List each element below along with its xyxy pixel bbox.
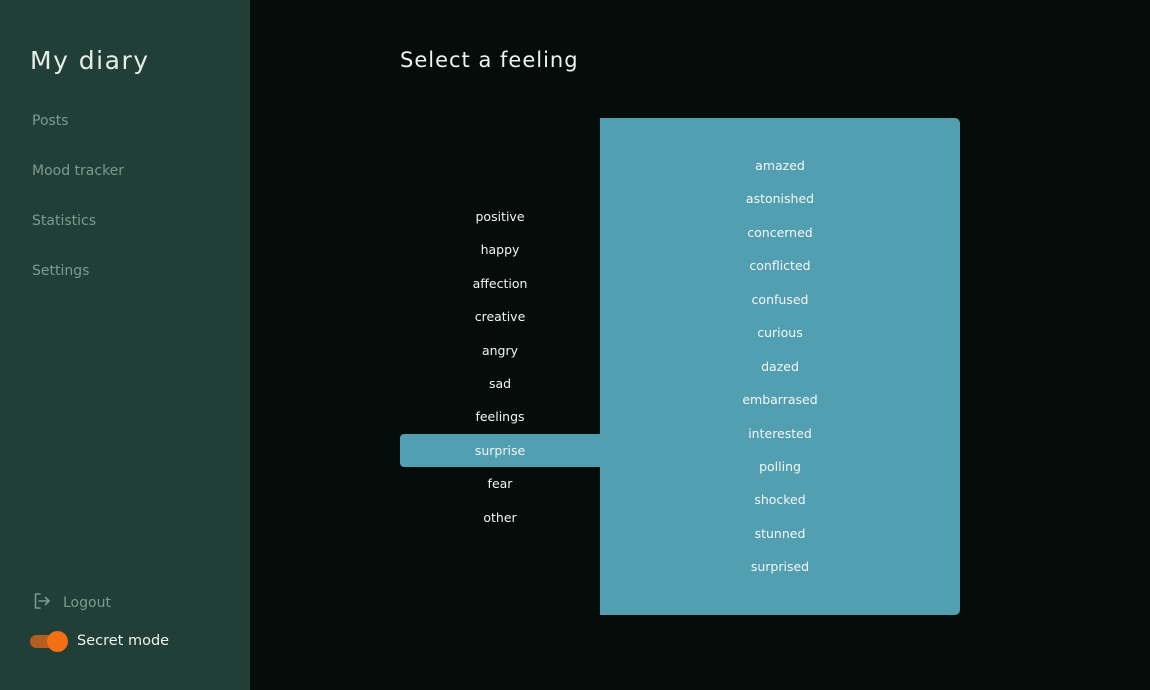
sidebar: My diary Posts Mood tracker Statistics S… xyxy=(0,0,250,690)
secret-mode-toggle[interactable] xyxy=(30,631,68,652)
feeling-item[interactable]: amazed xyxy=(600,149,960,182)
logout-button[interactable]: Logout xyxy=(32,591,111,615)
feeling-item[interactable]: stunned xyxy=(600,517,960,550)
page-title: Select a feeling xyxy=(400,48,579,72)
feeling-item[interactable]: shocked xyxy=(600,483,960,516)
category-item-fear[interactable]: fear xyxy=(400,467,600,500)
feeling-item[interactable]: embarrased xyxy=(600,383,960,416)
category-item-feelings[interactable]: feelings xyxy=(400,400,600,433)
category-item-angry[interactable]: angry xyxy=(400,334,600,367)
category-item-creative[interactable]: creative xyxy=(400,300,600,333)
secret-mode-label: Secret mode xyxy=(77,633,170,649)
feeling-item[interactable]: interested xyxy=(600,417,960,450)
logout-label: Logout xyxy=(63,595,111,611)
feeling-item[interactable]: conflicted xyxy=(600,249,960,282)
sidebar-item-posts[interactable]: Posts xyxy=(32,113,124,163)
category-item-other[interactable]: other xyxy=(400,501,600,534)
toggle-knob xyxy=(47,631,68,652)
sidebar-item-mood-tracker[interactable]: Mood tracker xyxy=(32,163,124,213)
feeling-item[interactable]: confused xyxy=(600,283,960,316)
category-item-positive[interactable]: positive xyxy=(400,200,600,233)
sidebar-item-statistics[interactable]: Statistics xyxy=(32,213,124,263)
feeling-item[interactable]: curious xyxy=(600,316,960,349)
feelings-panel: amazed astonished concerned conflicted c… xyxy=(600,118,960,615)
feeling-item[interactable]: dazed xyxy=(600,350,960,383)
category-item-happy[interactable]: happy xyxy=(400,233,600,266)
app-title: My diary xyxy=(30,46,150,75)
sidebar-nav: Posts Mood tracker Statistics Settings xyxy=(32,113,124,313)
secret-mode: Secret mode xyxy=(30,631,170,652)
feeling-item[interactable]: concerned xyxy=(600,216,960,249)
sidebar-item-settings[interactable]: Settings xyxy=(32,263,124,313)
feeling-list: amazed astonished concerned conflicted c… xyxy=(600,149,960,584)
category-item-surprise[interactable]: surprise xyxy=(400,433,600,468)
category-item-affection[interactable]: affection xyxy=(400,267,600,300)
feeling-item[interactable]: polling xyxy=(600,450,960,483)
category-item-sad[interactable]: sad xyxy=(400,367,600,400)
feeling-item[interactable]: astonished xyxy=(600,182,960,215)
category-list: positive happy affection creative angry … xyxy=(400,200,600,534)
feeling-item[interactable]: surprised xyxy=(600,550,960,583)
logout-icon xyxy=(32,591,52,615)
